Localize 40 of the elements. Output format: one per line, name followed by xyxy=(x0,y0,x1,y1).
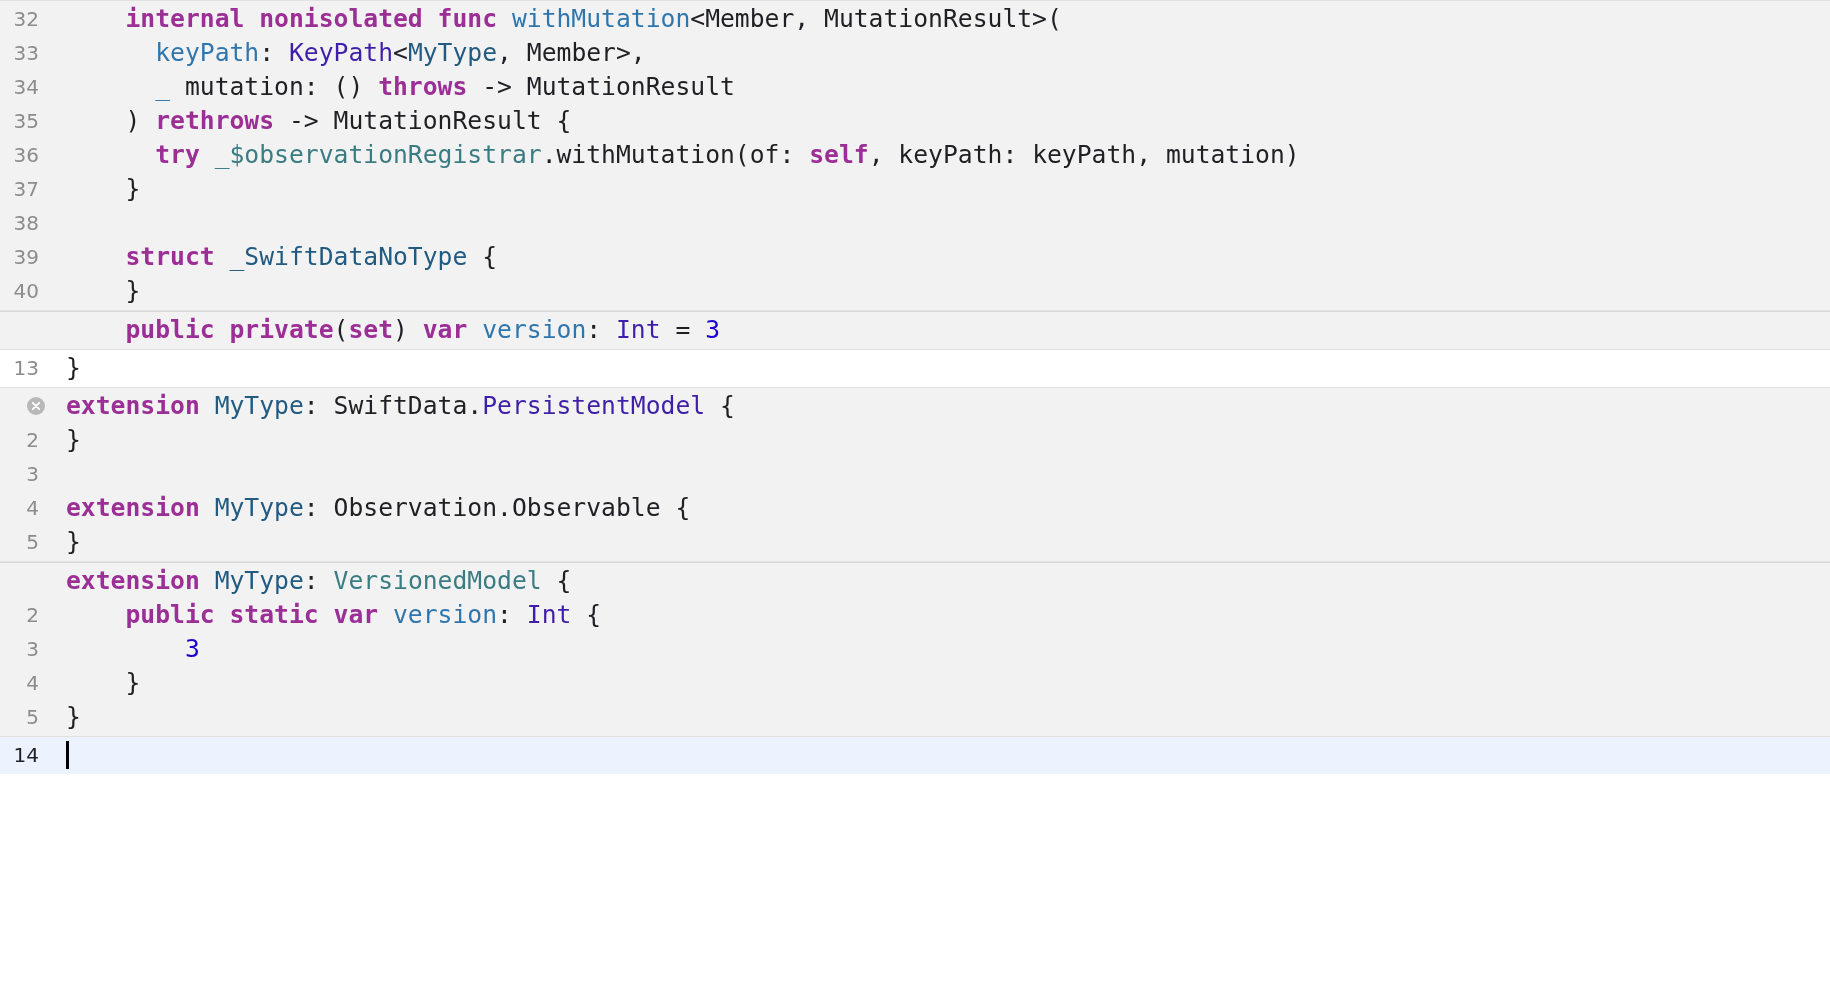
line-number: 3 xyxy=(26,462,39,486)
code-line: } xyxy=(124,173,141,205)
line-number: 32 xyxy=(13,7,39,31)
line-number: 39 xyxy=(13,245,39,269)
line-number: 37 xyxy=(13,177,39,201)
line-number: 2 xyxy=(26,603,39,627)
code-line: } xyxy=(66,424,81,456)
code-line: } xyxy=(124,667,141,699)
code-line: ) rethrows -> MutationResult { xyxy=(124,105,572,137)
line-number: 4 xyxy=(26,671,39,695)
line-number: 34 xyxy=(13,75,39,99)
code-line: } xyxy=(124,275,141,307)
line-number: 14 xyxy=(13,743,39,767)
code-line: struct _SwiftDataNoType { xyxy=(124,241,498,273)
line-number: 13 xyxy=(13,356,39,380)
line-number: 33 xyxy=(13,41,39,65)
code-line: } xyxy=(66,352,81,384)
code-line: public static var version: Int { xyxy=(124,599,602,631)
code-line: internal nonisolated func withMutation<Member, MutationResult>( xyxy=(124,3,1062,35)
line-number: 35 xyxy=(13,109,39,133)
code-line: keyPath: KeyPath<MyType, Member>, xyxy=(154,37,646,69)
line-number: 2 xyxy=(26,428,39,452)
code-line: _ mutation: () throws -> MutationResult xyxy=(154,71,735,103)
code-line: try _$observationRegistrar.withMutation(of: self, keyPath: keyPath, mutation) xyxy=(154,139,1300,171)
line-number: 5 xyxy=(26,705,39,729)
code-line: 3 xyxy=(183,633,200,665)
line-number: 5 xyxy=(26,530,39,554)
line-number: 4 xyxy=(26,496,39,520)
code-line: } xyxy=(66,701,81,733)
code-line: public private(set) var version: Int = 3 xyxy=(124,314,721,346)
text-cursor xyxy=(66,741,69,769)
line-number: 40 xyxy=(13,279,39,303)
code-line: extension MyType: VersionedModel { xyxy=(66,565,572,597)
line-number: 36 xyxy=(13,143,39,167)
code-line: extension MyType: Observation.Observable { xyxy=(66,492,691,524)
line-number: 3 xyxy=(26,637,39,661)
code-line: extension MyType: SwiftData.PersistentModel { xyxy=(66,390,735,422)
line-number: 38 xyxy=(13,211,39,235)
code-line: } xyxy=(66,526,81,558)
error-icon[interactable] xyxy=(27,397,45,415)
